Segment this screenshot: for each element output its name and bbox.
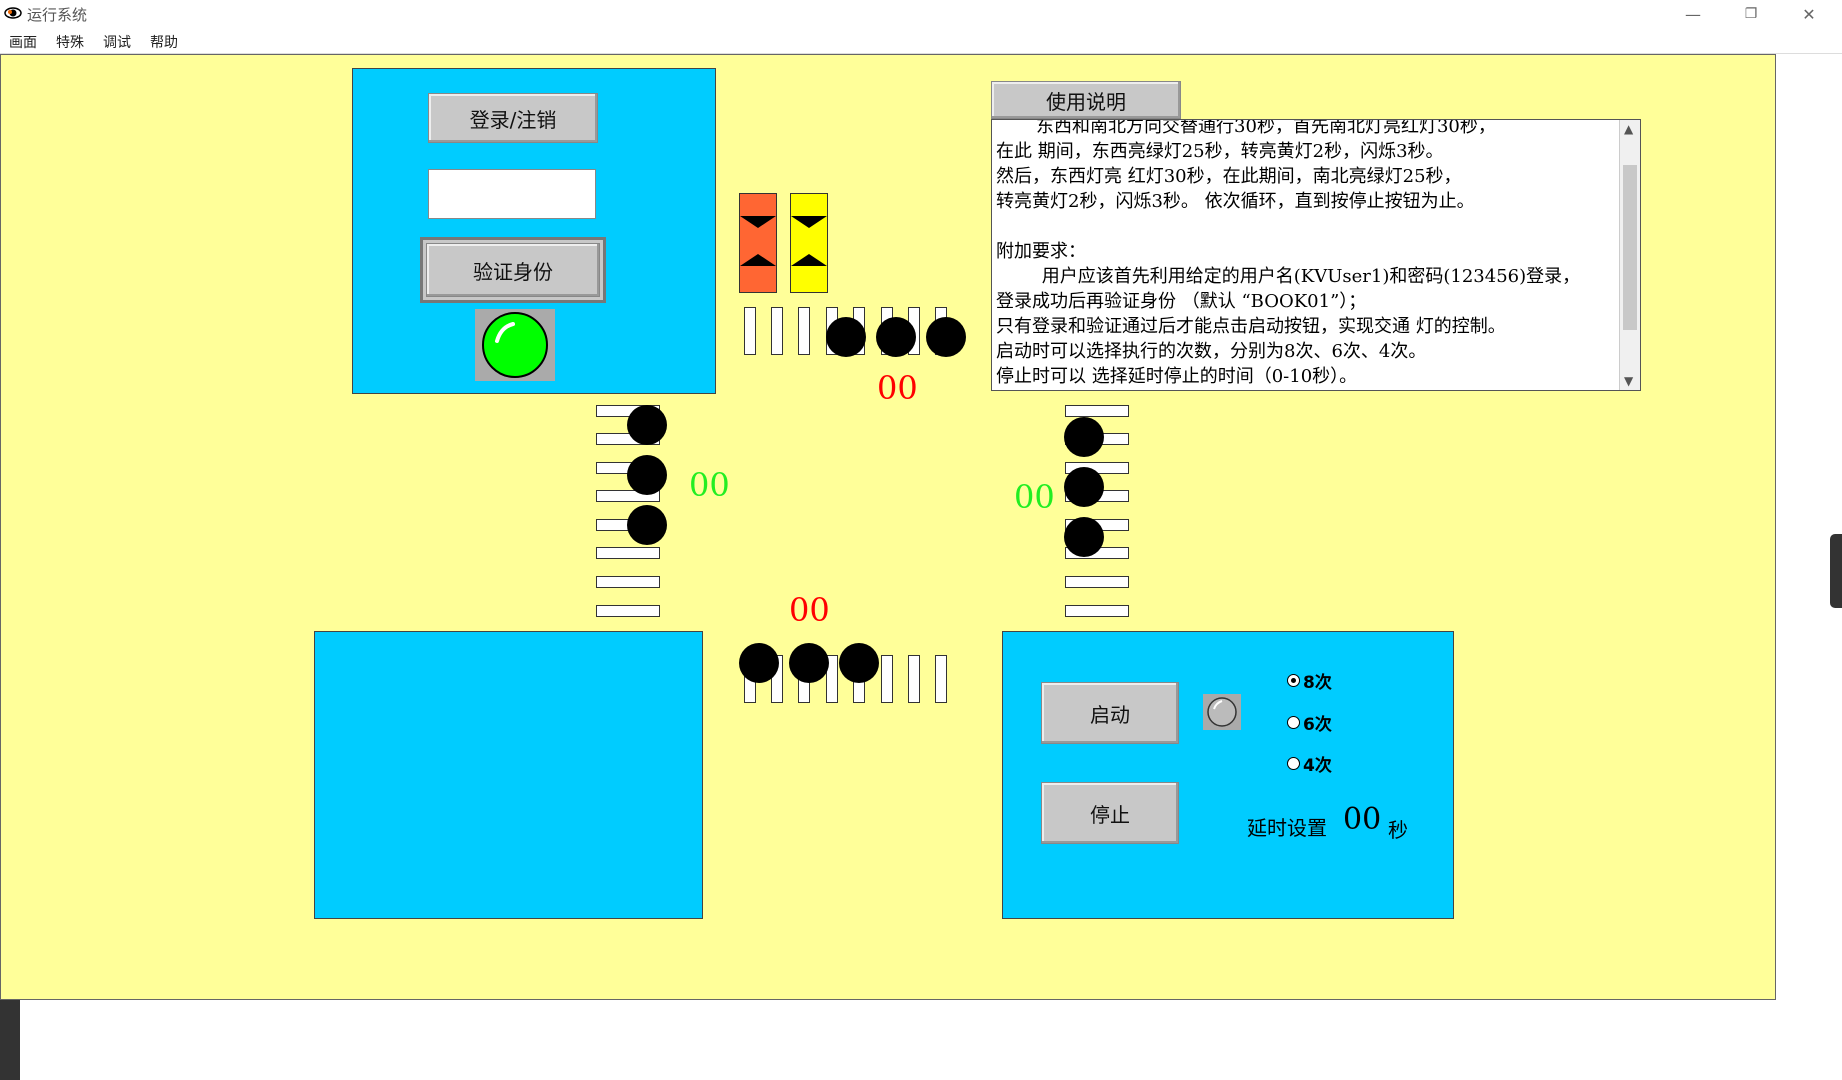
north-light-1: [826, 317, 866, 357]
radio-6-times[interactable]: 6次: [1287, 710, 1332, 735]
crosswalk-stripe: [596, 605, 660, 617]
radio-label: 6次: [1303, 715, 1332, 735]
login-logout-button[interactable]: 登录/注销: [428, 93, 598, 143]
north-light-2: [876, 317, 916, 357]
window-title: 运行系统: [27, 6, 88, 24]
verify-button-frame: 验证身份: [420, 237, 606, 303]
main-canvas: 登录/注销 验证身份 使用说明 东西和南北方向交替通行30秒，首先南北灯亮红灯3…: [0, 54, 1776, 1000]
menu-screen[interactable]: 画面: [9, 32, 37, 52]
east-light-1: [1064, 417, 1104, 457]
radio-unselected-icon: [1287, 757, 1300, 770]
delay-value: 00: [1343, 802, 1382, 837]
crosswalk-stripe: [935, 655, 947, 703]
delay-unit: 秒: [1388, 818, 1408, 842]
crosswalk-stripe: [744, 307, 756, 355]
west-light-3: [627, 505, 667, 545]
west-counter: 00: [689, 466, 730, 504]
south-counter: 00: [789, 591, 830, 629]
radio-selected-icon: [1287, 674, 1300, 687]
yellow-light-box: [790, 193, 828, 293]
radio-label: 4次: [1303, 756, 1332, 776]
help-button[interactable]: 使用说明: [991, 81, 1181, 119]
crosswalk-stripe: [596, 547, 660, 559]
start-button[interactable]: 启动: [1041, 682, 1179, 744]
west-light-2: [627, 455, 667, 495]
stop-button[interactable]: 停止: [1041, 782, 1179, 844]
restore-button[interactable]: ❐: [1728, 0, 1774, 28]
crosswalk-stripe: [798, 307, 810, 355]
help-scrollbar[interactable]: ▲ ▼: [1619, 120, 1640, 390]
bottom-left-panel: [314, 631, 703, 919]
south-light-1: [739, 643, 779, 683]
radio-label: 8次: [1303, 673, 1332, 693]
east-light-3: [1064, 517, 1104, 557]
menu-debug[interactable]: 调试: [103, 32, 131, 52]
help-textbox[interactable]: 东西和南北方向交替通行30秒，首先南北灯亮红灯30秒， 在此 期间，东西亮绿灯2…: [991, 119, 1641, 391]
radio-8-times[interactable]: 8次: [1287, 668, 1332, 693]
login-panel: 登录/注销 验证身份: [352, 68, 716, 394]
menu-help[interactable]: 帮助: [150, 32, 178, 52]
crosswalk-stripe: [881, 655, 893, 703]
crosswalk-stripe: [596, 576, 660, 588]
menu-special[interactable]: 特殊: [56, 32, 84, 52]
crosswalk-stripe: [1065, 405, 1129, 417]
side-handle[interactable]: [1830, 534, 1842, 608]
scroll-up-icon[interactable]: ▲: [1624, 122, 1633, 136]
run-indicator-frame: [1203, 694, 1241, 730]
help-text: 东西和南北方向交替通行30秒，首先南北灯亮红灯30秒， 在此 期间，东西亮绿灯2…: [996, 119, 1581, 387]
status-light-frame: [475, 309, 555, 381]
scroll-down-icon[interactable]: ▼: [1624, 374, 1633, 388]
minimize-button[interactable]: —: [1670, 0, 1716, 28]
west-light-1: [627, 405, 667, 445]
menu-bar: 画面 特殊 调试 帮助: [0, 29, 1842, 54]
east-counter: 00: [1014, 478, 1055, 516]
south-light-2: [789, 643, 829, 683]
crosswalk-stripe: [1065, 576, 1129, 588]
north-light-3: [926, 317, 966, 357]
run-indicator-light: [1207, 697, 1237, 727]
crosswalk-stripe: [771, 307, 783, 355]
hourglass-icon: [791, 216, 827, 266]
east-light-2: [1064, 467, 1104, 507]
title-bar: 运行系统 — ❐ ✕: [0, 0, 1842, 28]
red-light-box: [739, 193, 777, 293]
radio-unselected-icon: [1287, 716, 1300, 729]
verify-identity-button[interactable]: 验证身份: [426, 243, 600, 297]
control-panel: 启动 停止 8次 6次 4次 延时设置 00 秒: [1002, 631, 1454, 919]
radio-4-times[interactable]: 4次: [1287, 751, 1332, 776]
south-light-3: [839, 643, 879, 683]
verify-status-light: [482, 312, 548, 378]
scroll-thumb[interactable]: [1623, 165, 1637, 330]
app-eye-icon: [4, 7, 22, 19]
close-button[interactable]: ✕: [1786, 0, 1832, 28]
hourglass-icon: [740, 216, 776, 266]
left-edge-bar: [0, 1000, 20, 1080]
north-counter: 00: [877, 369, 918, 407]
crosswalk-stripe: [908, 655, 920, 703]
identity-input[interactable]: [428, 169, 596, 219]
crosswalk-stripe: [1065, 605, 1129, 617]
delay-label: 延时设置: [1247, 816, 1327, 840]
